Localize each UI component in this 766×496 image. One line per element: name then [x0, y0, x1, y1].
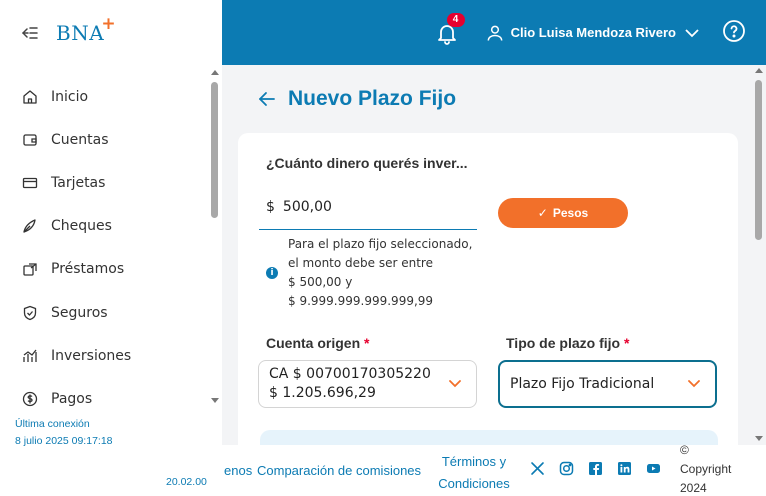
user-menu[interactable]: Clio Luisa Mendoza Rivero: [485, 23, 700, 43]
chart-icon: [23, 349, 37, 362]
terms-line: Condiciones: [438, 476, 510, 491]
user-icon: [487, 25, 502, 41]
sidebar-item-label: Tarjetas: [51, 174, 106, 191]
copyright-symbol: ©: [680, 443, 689, 457]
copyright-year: 2024: [680, 481, 707, 495]
hint-line: Para el plazo fijo seleccionado,: [288, 237, 473, 251]
origin-account-balance: $ 1.205.696,29: [269, 385, 376, 401]
deposit-type-select[interactable]: Plazo Fijo Tradicional: [498, 360, 717, 408]
sidebar-item-label: Préstamos: [51, 261, 125, 278]
sidebar-item-label: Seguros: [51, 304, 108, 321]
form-card: ¿Cuánto dinero querés inver... $ 500,00 …: [238, 133, 738, 445]
dollar-icon: [22, 391, 38, 407]
amount-value: 500,00: [282, 199, 332, 215]
sidebar-item-tarjetas[interactable]: Tarjetas: [0, 161, 208, 204]
info-icon: i: [266, 267, 278, 279]
page-title: Nuevo Plazo Fijo: [288, 87, 457, 110]
sidebar-scroll-down[interactable]: [211, 398, 219, 403]
sidebar-item-label: Cheques: [51, 218, 112, 235]
origin-account-number: CA $ 00700170305220: [269, 366, 431, 382]
shield-icon: [23, 305, 37, 320]
notifications-button[interactable]: 4: [435, 12, 465, 45]
amount-question: ¿Cuánto dinero querés inver...: [266, 155, 468, 171]
sidebar-item-label: Cuentas: [51, 131, 109, 148]
sidebar-item-pagos[interactable]: Pagos: [0, 377, 208, 420]
terms-line: Términos y: [441, 454, 507, 469]
origin-label-text: Cuenta origen: [266, 335, 361, 351]
arrow-left-icon[interactable]: [258, 91, 276, 107]
main-scrollbar[interactable]: [755, 80, 762, 240]
sidebar-item-label: Inversiones: [51, 347, 132, 364]
required-mark: *: [623, 335, 630, 351]
app-version: 20.02.00: [166, 476, 207, 488]
hint-line: $ 500,00 y: [288, 275, 353, 289]
help-icon: [723, 19, 745, 42]
notifications-badge: 4: [446, 12, 465, 27]
main-scroll-up[interactable]: [755, 68, 763, 73]
amount-currency-symbol: $: [266, 199, 275, 215]
hint-text: Para el plazo fijo seleccionado, el mont…: [288, 235, 472, 311]
linkedin-icon[interactable]: [617, 461, 632, 476]
home-icon: [23, 89, 37, 104]
sidebar-scroll-up[interactable]: [211, 70, 219, 75]
app: 4 Clio Luisa Mendoza Rivero BNA+ Inicio: [0, 0, 766, 496]
chevron-down-icon: [685, 28, 699, 37]
pen-icon: [23, 219, 36, 233]
sidebar-nav: Inicio Cuentas Tarjetas Cheques Préstamo…: [0, 75, 208, 421]
sidebar: BNA + Inicio Cuentas Tarjetas Cheques Pré…: [0, 0, 222, 496]
origin-account-label: Cuenta origen *: [266, 335, 369, 351]
deposit-type-value: Plazo Fijo Tradicional: [510, 376, 655, 392]
sidebar-item-cuentas[interactable]: Cuentas: [0, 118, 208, 161]
sidebar-item-label: Inicio: [51, 88, 89, 105]
deposit-type-label: Tipo de plazo fijo *: [506, 335, 629, 351]
type-label-text: Tipo de plazo fijo: [506, 335, 621, 351]
main-scroll-down[interactable]: [755, 436, 763, 441]
sidebar-item-cheques[interactable]: Cheques: [0, 205, 208, 248]
currency-label: Pesos: [552, 206, 589, 220]
logo-text: BNA: [56, 20, 105, 45]
help-button[interactable]: [722, 19, 746, 47]
amount-hint: i Para el plazo fijo seleccionado, el mo…: [266, 235, 472, 311]
logo-plus: +: [101, 13, 117, 34]
info-panel: [260, 430, 718, 445]
bna-logo: BNA +: [56, 14, 116, 45]
required-mark: *: [364, 335, 370, 351]
youtube-icon[interactable]: [646, 461, 661, 476]
origin-account-select[interactable]: CA $ 00700170305220 $ 1.205.696,29: [258, 360, 477, 408]
wallet-icon: [23, 134, 37, 146]
hint-line: $ 9.999.999.999.999,99: [288, 294, 434, 308]
instagram-icon[interactable]: [559, 461, 574, 476]
sidebar-item-inversiones[interactable]: Inversiones: [0, 334, 208, 377]
sidebar-scrollbar[interactable]: [211, 82, 218, 218]
page-header: Nuevo Plazo Fijo: [258, 87, 456, 111]
sidebar-item-prestamos[interactable]: Préstamos: [0, 248, 208, 291]
sidebar-item-seguros[interactable]: Seguros: [0, 291, 208, 334]
footer-link-partial[interactable]: enos: [224, 463, 252, 478]
x-icon[interactable]: [530, 461, 545, 476]
last-connection: Última conexión 8 julio 2025 09:17:18: [15, 416, 113, 450]
footer-link-terms[interactable]: Términos y Condiciones: [437, 451, 511, 495]
sidebar-item-inicio[interactable]: Inicio: [0, 75, 208, 118]
check-icon: ✓: [537, 206, 548, 220]
main-content: Nuevo Plazo Fijo ¿Cuánto dinero querés i…: [222, 65, 754, 445]
copyright-text: Copyright: [680, 462, 732, 476]
sidebar-header: BNA +: [0, 0, 222, 65]
amount-input[interactable]: $ 500,00: [259, 185, 477, 230]
last-connection-value: 8 julio 2025 09:17:18: [15, 435, 113, 447]
chevron-down-icon: [688, 380, 700, 388]
sidebar-item-label: Pagos: [51, 390, 93, 407]
footer-link-comparison[interactable]: Comparación de comisiones: [257, 463, 421, 478]
user-name: Clio Luisa Mendoza Rivero: [510, 25, 676, 40]
social-links: [530, 461, 675, 476]
hint-line: el monto debe ser entre: [288, 256, 433, 270]
copyright: © Copyright 2024: [680, 441, 750, 496]
last-connection-label: Última conexión: [15, 418, 90, 430]
currency-pesos-button[interactable]: ✓ Pesos: [498, 198, 628, 228]
origin-account-value: CA $ 00700170305220 $ 1.205.696,29: [269, 365, 431, 403]
credit-card-icon: [22, 177, 38, 189]
facebook-icon[interactable]: [588, 461, 603, 476]
chevron-down-icon: [449, 380, 461, 388]
collapse-menu-icon[interactable]: [22, 26, 38, 40]
loan-icon: [23, 263, 37, 276]
